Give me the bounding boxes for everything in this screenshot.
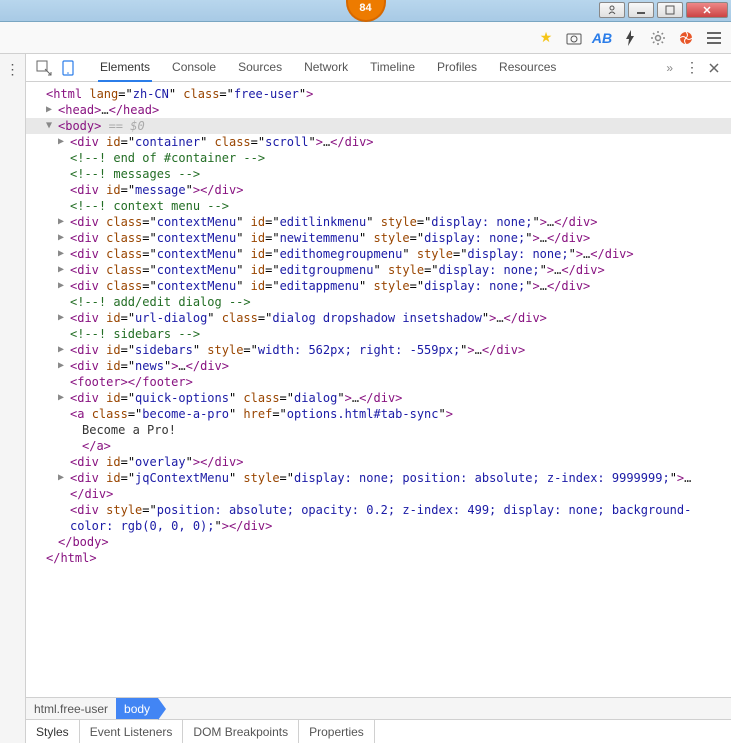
bottom-tab-dom-breakpoints[interactable]: DOM Breakpoints bbox=[183, 720, 299, 743]
expand-arrow-icon[interactable]: ▶ bbox=[56, 358, 66, 374]
dom-node[interactable]: ▶<div id="jqContextMenu" style="display:… bbox=[26, 470, 731, 502]
dom-node[interactable]: <div style="position: absolute; opacity:… bbox=[26, 502, 731, 534]
tab-resources[interactable]: Resources bbox=[497, 54, 558, 82]
device-icon[interactable] bbox=[58, 58, 78, 78]
expand-arrow-icon[interactable]: ▶ bbox=[56, 214, 66, 230]
devtools-left-gutter: ⋮ bbox=[0, 54, 26, 743]
tab-network[interactable]: Network bbox=[302, 54, 350, 82]
minimize-button[interactable] bbox=[628, 2, 654, 18]
expand-arrow-icon[interactable]: ▶ bbox=[56, 390, 66, 406]
expand-arrow-icon[interactable]: ▶ bbox=[56, 342, 66, 358]
tabs-overflow-icon[interactable]: » bbox=[660, 61, 679, 75]
lightning-icon[interactable] bbox=[621, 29, 639, 47]
expand-arrow-icon[interactable]: ▶ bbox=[44, 102, 54, 118]
dom-node[interactable]: </a> bbox=[26, 438, 731, 454]
bottom-tab-styles[interactable]: Styles bbox=[26, 720, 80, 743]
expand-arrow-icon[interactable]: ▶ bbox=[56, 246, 66, 262]
expand-arrow-icon[interactable]: ▶ bbox=[56, 230, 66, 246]
breadcrumb-bar: html.free-userbody bbox=[26, 697, 731, 719]
dom-node[interactable]: <footer></footer> bbox=[26, 374, 731, 390]
tab-elements[interactable]: Elements bbox=[98, 54, 152, 82]
bottom-tab-properties[interactable]: Properties bbox=[299, 720, 375, 743]
styles-tabbar: StylesEvent ListenersDOM BreakpointsProp… bbox=[26, 719, 731, 743]
browser-toolbar: ★ AB bbox=[0, 22, 731, 54]
dom-tree[interactable]: <html lang="zh-CN" class="free-user">▶<h… bbox=[26, 82, 731, 697]
dom-node[interactable]: ▶<div class="contextMenu" id="editgroupm… bbox=[26, 262, 731, 278]
dom-node[interactable]: Become a Pro! bbox=[26, 422, 731, 438]
dom-node[interactable]: <div id="message"></div> bbox=[26, 182, 731, 198]
dom-node[interactable]: ▶<div class="contextMenu" id="editlinkme… bbox=[26, 214, 731, 230]
extension-icon[interactable] bbox=[677, 29, 695, 47]
menu-icon[interactable] bbox=[705, 29, 723, 47]
bookmark-star-icon[interactable]: ★ bbox=[537, 29, 555, 47]
expand-arrow-icon[interactable]: ▶ bbox=[56, 310, 66, 326]
dom-node[interactable]: ▶<div id="news">…</div> bbox=[26, 358, 731, 374]
notification-badge[interactable]: 84 bbox=[346, 0, 386, 22]
close-button[interactable] bbox=[686, 2, 728, 18]
devtools-close-icon[interactable] bbox=[705, 59, 723, 77]
dom-node[interactable]: <a class="become-a-pro" href="options.ht… bbox=[26, 406, 731, 422]
dom-node[interactable]: <!--! context menu --> bbox=[26, 198, 731, 214]
dots-vertical-icon[interactable]: ⋮ bbox=[4, 60, 22, 78]
dom-node[interactable]: <!--! add/edit dialog --> bbox=[26, 294, 731, 310]
dom-node[interactable]: ▶<div class="contextMenu" id="edithomegr… bbox=[26, 246, 731, 262]
breadcrumb-item[interactable]: body bbox=[116, 698, 158, 719]
camera-icon[interactable] bbox=[565, 29, 583, 47]
expand-arrow-icon[interactable]: ▶ bbox=[56, 262, 66, 278]
dom-node[interactable]: <!--! sidebars --> bbox=[26, 326, 731, 342]
dom-node[interactable]: ▼<body> == $0 bbox=[26, 118, 731, 134]
dom-node[interactable]: <html lang="zh-CN" class="free-user"> bbox=[26, 86, 731, 102]
maximize-button[interactable] bbox=[657, 2, 683, 18]
dom-node[interactable]: <!--! end of #container --> bbox=[26, 150, 731, 166]
breadcrumb-item[interactable]: html.free-user bbox=[26, 698, 116, 719]
dom-node[interactable]: <div id="overlay"></div> bbox=[26, 454, 731, 470]
dom-node[interactable]: <!--! messages --> bbox=[26, 166, 731, 182]
window-titlebar: 84 bbox=[0, 0, 731, 22]
dom-node[interactable]: ▶<head>…</head> bbox=[26, 102, 731, 118]
dom-node[interactable]: ▶<div id="sidebars" style="width: 562px;… bbox=[26, 342, 731, 358]
devtools-menu-icon[interactable]: ⋮ bbox=[683, 59, 701, 77]
expand-arrow-icon[interactable]: ▶ bbox=[56, 278, 66, 294]
inspect-icon[interactable] bbox=[34, 58, 54, 78]
window-buttons bbox=[599, 2, 728, 18]
dom-node[interactable]: ▶<div id="url-dialog" class="dialog drop… bbox=[26, 310, 731, 326]
dom-node[interactable]: ▶<div id="quick-options" class="dialog">… bbox=[26, 390, 731, 406]
tab-sources[interactable]: Sources bbox=[236, 54, 284, 82]
bottom-tab-event-listeners[interactable]: Event Listeners bbox=[80, 720, 184, 743]
expand-arrow-icon[interactable]: ▶ bbox=[56, 134, 66, 150]
tab-profiles[interactable]: Profiles bbox=[435, 54, 479, 82]
devtools-tabbar: Elements Console Sources Network Timeline Pro… bbox=[26, 54, 731, 82]
tab-timeline[interactable]: Timeline bbox=[368, 54, 417, 82]
dom-node[interactable]: ▶<div class="contextMenu" id="newitemmen… bbox=[26, 230, 731, 246]
user-button[interactable] bbox=[599, 2, 625, 18]
dom-node[interactable]: </body> bbox=[26, 534, 731, 550]
gear-icon[interactable] bbox=[649, 29, 667, 47]
dom-node[interactable]: </html> bbox=[26, 550, 731, 566]
expand-arrow-icon[interactable]: ▼ bbox=[44, 118, 54, 134]
dom-node[interactable]: ▶<div id="container" class="scroll">…</d… bbox=[26, 134, 731, 150]
expand-arrow-icon[interactable]: ▶ bbox=[56, 470, 66, 486]
dom-node[interactable]: ▶<div class="contextMenu" id="editappmen… bbox=[26, 278, 731, 294]
tab-console[interactable]: Console bbox=[170, 54, 218, 82]
ab-icon[interactable]: AB bbox=[593, 29, 611, 47]
